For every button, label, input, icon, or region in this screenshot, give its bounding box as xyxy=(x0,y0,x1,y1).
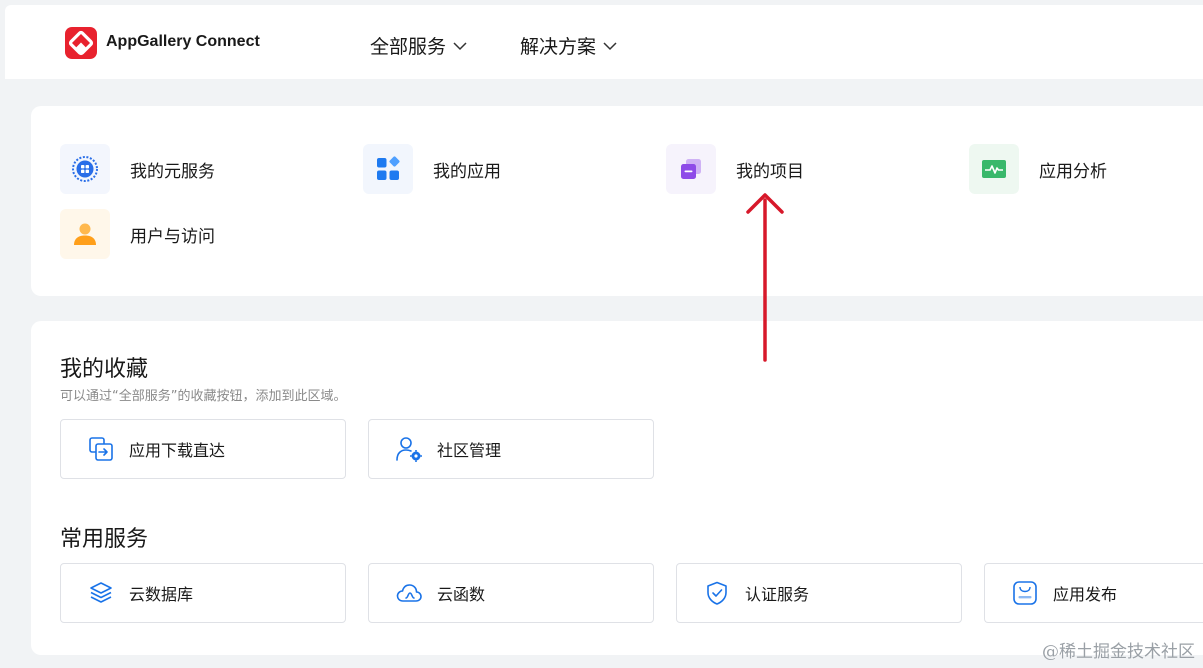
annotation-arrow xyxy=(746,193,784,362)
watermark: @稀土掘金技术社区 xyxy=(1042,642,1195,662)
